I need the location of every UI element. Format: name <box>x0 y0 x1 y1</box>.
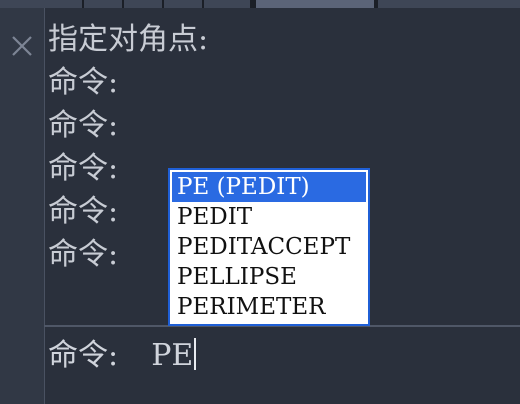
autocomplete-item[interactable]: PERIMETER <box>172 292 366 322</box>
autocomplete-item[interactable]: PEDIT <box>172 202 366 232</box>
history-line: 命令: <box>48 65 119 100</box>
top-tab-strip <box>0 0 520 8</box>
command-prompt-label: 命令: <box>48 338 119 373</box>
ribbon-tab[interactable] <box>124 0 162 8</box>
autocomplete-list[interactable]: PE (PEDIT) PEDIT PEDITACCEPT PELLIPSE PE… <box>168 168 370 326</box>
ribbon-tab[interactable] <box>0 0 82 8</box>
ribbon-tab[interactable] <box>164 0 202 8</box>
ribbon-tab[interactable] <box>84 0 122 8</box>
history-line: 命令: <box>48 108 119 143</box>
autocomplete-item[interactable]: PELLIPSE <box>172 262 366 292</box>
ribbon-tab-active[interactable] <box>256 0 374 8</box>
text-caret <box>194 338 197 370</box>
autocomplete-item-selected[interactable]: PE (PEDIT) <box>172 172 366 202</box>
command-input[interactable]: PE <box>151 338 193 373</box>
ribbon-tab[interactable] <box>378 0 520 8</box>
command-input-row[interactable]: 命令: PE <box>48 333 514 379</box>
history-line: 指定对角点: <box>48 22 209 57</box>
close-icon[interactable] <box>8 32 36 60</box>
ribbon-tab[interactable] <box>204 0 250 8</box>
autocomplete-item[interactable]: PEDITACCEPT <box>172 232 366 262</box>
command-line-gutter <box>0 8 45 404</box>
command-line-window: 指定对角点: 命令: 命令: 命令: 命令: 命令: 命令: PE PE (PE… <box>0 0 520 404</box>
